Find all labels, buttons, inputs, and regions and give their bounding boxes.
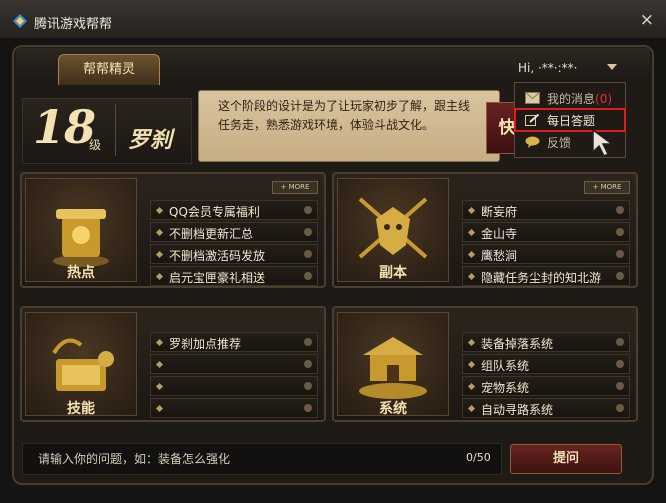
bullet-icon <box>467 404 476 413</box>
tab-helper[interactable]: 帮帮精灵 <box>58 54 160 85</box>
arrow-icon <box>304 338 312 346</box>
list-item-label: QQ会员专属福利 <box>169 205 260 219</box>
list-item-label: 不删档更新汇总 <box>169 227 254 241</box>
list-item[interactable]: 鹰愁涧 <box>462 244 630 264</box>
envelope-icon <box>525 92 540 104</box>
list-item[interactable] <box>150 398 318 418</box>
arrow-icon <box>304 206 312 214</box>
level-unit: 级 <box>89 138 102 152</box>
arrow-icon <box>304 382 312 390</box>
bullet-icon <box>155 360 164 369</box>
list-item-label: 隐藏任务尘封的知北游 <box>481 271 602 285</box>
more-button-dungeon[interactable]: + MORE <box>584 181 630 194</box>
edit-icon <box>525 114 540 126</box>
speech-bubble-icon <box>525 136 540 148</box>
list-item[interactable]: 装备掉落系统 <box>462 332 630 352</box>
bullet-icon <box>467 382 476 391</box>
list-item[interactable]: 不删档激活码发放 <box>150 244 318 264</box>
bullet-icon <box>467 206 476 215</box>
chevron-down-icon[interactable] <box>607 64 617 70</box>
level-number: 18 <box>33 100 96 154</box>
question-input[interactable]: 请输入你的问题，如：装备怎么强化 <box>38 450 398 466</box>
list-item[interactable]: 不删档更新汇总 <box>150 222 318 242</box>
ask-button[interactable]: 提问 <box>510 444 622 474</box>
arrow-icon <box>304 272 312 280</box>
card-title-hotspot: 热点 <box>67 265 95 281</box>
list-item[interactable]: 金山寺 <box>462 222 630 242</box>
more-button-hotspot[interactable]: + MORE <box>272 181 318 194</box>
list-item[interactable]: 组队系统 <box>462 354 630 374</box>
arrow-icon <box>616 206 624 214</box>
list-item[interactable] <box>150 376 318 396</box>
card-title-system: 系统 <box>379 401 407 417</box>
arrow-icon <box>616 382 624 390</box>
list-item[interactable]: 罗刹加点推荐 <box>150 332 318 352</box>
bullet-icon <box>467 250 476 259</box>
list-item[interactable]: 宠物系统 <box>462 376 630 396</box>
menu-item-messages[interactable]: 我的消息(0) <box>515 87 625 109</box>
message-count: (0) <box>595 92 613 106</box>
arrow-icon <box>616 250 624 258</box>
bullet-icon <box>155 338 164 347</box>
bullet-icon <box>155 206 164 215</box>
list-item-label: 不删档激活码发放 <box>169 249 266 263</box>
list-item[interactable]: QQ会员专属福利 <box>150 200 318 220</box>
bullet-icon <box>155 272 164 281</box>
arrow-icon <box>616 228 624 236</box>
list-item[interactable]: 隐藏任务尘封的知北游 <box>462 266 630 286</box>
arrow-icon <box>616 404 624 412</box>
list-item-label: 自动寻路系统 <box>481 403 554 417</box>
tip-text: 这个阶段的设计是为了让玩家初步了解，跟主线任务走，熟悉游戏环境，体验斗战文化。 <box>218 99 471 132</box>
arrow-icon <box>616 360 624 368</box>
list-item-label: 启元宝匣豪礼相送 <box>169 271 266 285</box>
list-item-label: 鹰愁涧 <box>481 249 518 263</box>
card-title-dungeon: 副本 <box>379 265 407 281</box>
arrow-icon <box>304 360 312 368</box>
bullet-icon <box>467 338 476 347</box>
list-item[interactable]: 启元宝匣豪礼相送 <box>150 266 318 286</box>
list-item-label: 断妄府 <box>481 205 518 219</box>
bullet-icon <box>155 404 164 413</box>
char-counter: 0/50 <box>466 451 491 464</box>
arrow-icon <box>616 338 624 346</box>
list-item-label: 宠物系统 <box>481 381 530 395</box>
arrow-icon <box>304 250 312 258</box>
arrow-icon <box>616 272 624 280</box>
divider <box>115 104 116 156</box>
list-item[interactable]: 断妄府 <box>462 200 630 220</box>
bullet-icon <box>467 360 476 369</box>
card-title-skills: 技能 <box>67 401 95 417</box>
class-name: 罗刹 <box>128 128 173 153</box>
close-button[interactable]: × <box>640 10 654 30</box>
menu-item-label: 每日答题 <box>547 114 596 128</box>
mouse-cursor-icon <box>592 128 615 158</box>
list-item-label: 金山寺 <box>481 227 518 241</box>
window-title: 腾讯游戏帮帮 <box>34 17 113 32</box>
list-item-label: 组队系统 <box>481 359 530 373</box>
arrow-icon <box>304 404 312 412</box>
menu-item-label: 反馈 <box>547 136 572 150</box>
bullet-icon <box>467 272 476 281</box>
list-item[interactable] <box>150 354 318 374</box>
bullet-icon <box>155 250 164 259</box>
arrow-icon <box>304 228 312 236</box>
app-logo-icon <box>13 14 27 28</box>
list-item-label: 装备掉落系统 <box>481 337 554 351</box>
list-item[interactable]: 自动寻路系统 <box>462 398 630 418</box>
list-item-label: 罗刹加点推荐 <box>169 337 242 351</box>
user-greeting[interactable]: Hi, ·**·:**· <box>518 61 577 75</box>
bullet-icon <box>155 228 164 237</box>
bullet-icon <box>155 382 164 391</box>
menu-item-label: 我的消息 <box>547 92 596 106</box>
bullet-icon <box>467 228 476 237</box>
